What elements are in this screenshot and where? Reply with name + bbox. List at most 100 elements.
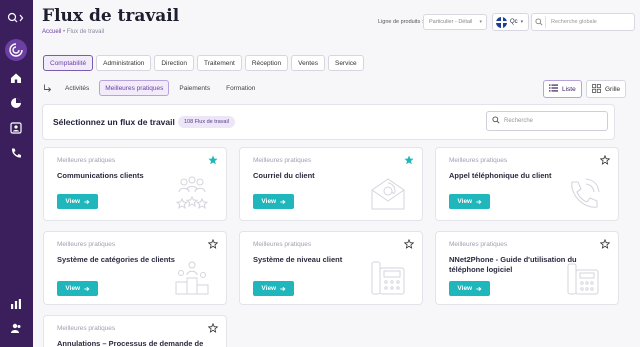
card-category: Meilleures pratiques: [253, 157, 312, 164]
search-icon: [532, 16, 546, 28]
list-view-button[interactable]: Liste: [543, 80, 582, 98]
chevron-down-icon: ▾: [520, 19, 524, 25]
workflow-count-badge: 108 Flux de travail: [178, 116, 235, 128]
card-category: Meilleures pratiques: [57, 157, 116, 164]
arrow-right-icon: ➔: [476, 198, 482, 206]
selector-title: Sélectionnez un flux de travail: [53, 117, 175, 127]
view-button[interactable]: View ➔: [57, 281, 98, 296]
tab-traitement[interactable]: Traitement: [196, 55, 242, 71]
sub-arrow-icon: [43, 84, 55, 93]
view-label: View: [261, 285, 277, 292]
people-stars-icon: [175, 176, 209, 210]
language-select[interactable]: Qc ▾: [492, 13, 529, 31]
workflow-search-input[interactable]: Recherche: [486, 111, 608, 131]
chart-pie-icon[interactable]: [8, 95, 24, 111]
star-outline-icon[interactable]: [404, 239, 414, 249]
page-title: Flux de travail: [42, 6, 180, 26]
workflow-card[interactable]: Meilleures pratiques Système de niveau c…: [239, 231, 423, 305]
card-title: Appel téléphonique du client: [449, 171, 552, 180]
star-filled-icon[interactable]: [208, 155, 218, 165]
workflow-selector: Sélectionnez un flux de travail 108 Flux…: [42, 104, 615, 140]
home-icon[interactable]: [8, 70, 24, 86]
tab-reception[interactable]: Réception: [244, 55, 289, 71]
breadcrumb: Accueil • Flux de travail: [42, 29, 104, 35]
arrow-right-icon: ➔: [84, 198, 90, 206]
list-view-label: Liste: [562, 85, 576, 93]
users-icon[interactable]: [8, 320, 24, 336]
view-label: View: [261, 198, 277, 205]
grid-view-button[interactable]: Grille: [586, 80, 627, 98]
star-outline-icon[interactable]: [600, 239, 610, 249]
language-value: Qc: [510, 19, 518, 25]
card-category: Meilleures pratiques: [449, 157, 508, 164]
view-button[interactable]: View ➔: [57, 194, 98, 209]
chevron-down-icon: ▾: [479, 19, 482, 25]
team-icon[interactable]: [8, 120, 24, 136]
workflow-card[interactable]: Meilleures pratiques NNet2Phone - Guide …: [435, 231, 619, 305]
star-outline-icon[interactable]: [208, 239, 218, 249]
tab-meilleures-pratiques[interactable]: Meilleures pratiques: [99, 80, 170, 96]
tab-formation[interactable]: Formation: [220, 80, 261, 96]
phone-call-icon: [571, 178, 600, 208]
view-label: View: [457, 285, 473, 292]
card-title: NNet2Phone - Guide d'utilisation du télé…: [449, 255, 577, 274]
phone-icon[interactable]: [8, 145, 24, 161]
search-icon: [492, 116, 500, 126]
tab-administration[interactable]: Administration: [96, 55, 152, 71]
workflow-card[interactable]: Meilleures pratiques Courriel du client …: [239, 147, 423, 221]
card-category: Meilleures pratiques: [253, 241, 312, 248]
collapse-menu-icon[interactable]: [6, 10, 26, 26]
softphone-icon: [567, 263, 599, 295]
tab-direction[interactable]: Direction: [154, 55, 194, 71]
desk-phone-icon: [371, 261, 405, 295]
global-search-input[interactable]: Recherche globale: [531, 13, 635, 31]
star-filled-icon[interactable]: [404, 155, 414, 165]
view-label: View: [65, 198, 81, 205]
breadcrumb-home-link[interactable]: Accueil: [42, 29, 61, 35]
card-title: Annulations – Processus de demande de: [57, 339, 204, 347]
workflow-card[interactable]: Meilleures pratiques Système de catégori…: [43, 231, 227, 305]
workflow-logo-icon[interactable]: [5, 39, 27, 61]
workflow-search-placeholder: Recherche: [504, 118, 534, 124]
workflow-card[interactable]: Meilleures pratiques Annulations – Proce…: [43, 315, 227, 347]
grid-view-label: Grille: [605, 85, 621, 93]
view-button[interactable]: View ➔: [253, 194, 294, 209]
category-tabs: Activités Meilleures pratiques Paiements…: [43, 80, 261, 96]
product-line-label: Ligne de produits :: [378, 19, 424, 25]
product-line-select[interactable]: Particulier - Détail ▾: [423, 14, 487, 30]
workflow-card[interactable]: Meilleures pratiques Appel téléphonique …: [435, 147, 619, 221]
email-envelope-icon: [371, 178, 405, 210]
main-content: Flux de travail Accueil • Flux de travai…: [33, 0, 640, 347]
view-button[interactable]: View ➔: [449, 194, 490, 209]
reports-bar-icon[interactable]: [8, 296, 24, 312]
star-outline-icon[interactable]: [600, 155, 610, 165]
breadcrumb-current: Flux de travail: [66, 29, 105, 35]
tab-comptabilite[interactable]: Comptabilité: [43, 55, 94, 71]
breadcrumb-separator: •: [63, 29, 66, 35]
view-button[interactable]: View ➔: [449, 281, 490, 296]
star-outline-icon[interactable]: [208, 323, 218, 333]
view-label: View: [457, 198, 473, 205]
list-icon: [549, 84, 558, 94]
card-title: Système de catégories de clients: [57, 255, 175, 264]
arrow-right-icon: ➔: [476, 285, 482, 293]
tab-activites[interactable]: Activités: [59, 80, 95, 96]
card-category: Meilleures pratiques: [57, 325, 116, 332]
product-line-value: Particulier - Détail: [429, 19, 473, 25]
tab-ventes[interactable]: Ventes: [291, 55, 325, 71]
quebec-flag-icon: [496, 16, 507, 28]
card-title: Courriel du client: [253, 171, 315, 180]
card-title: Système de niveau client: [253, 255, 343, 264]
tab-service[interactable]: Service: [327, 55, 364, 71]
view-label: View: [65, 285, 81, 292]
card-title: Communications clients: [57, 171, 144, 180]
arrow-right-icon: ➔: [280, 285, 286, 293]
view-button[interactable]: View ➔: [253, 281, 294, 296]
grid-icon: [592, 83, 601, 95]
sidebar: [0, 0, 33, 347]
workflow-card[interactable]: Meilleures pratiques Communications clie…: [43, 147, 227, 221]
arrow-right-icon: ➔: [280, 198, 286, 206]
arrow-right-icon: ➔: [84, 285, 90, 293]
tab-paiements[interactable]: Paiements: [173, 80, 216, 96]
card-category: Meilleures pratiques: [57, 241, 116, 248]
